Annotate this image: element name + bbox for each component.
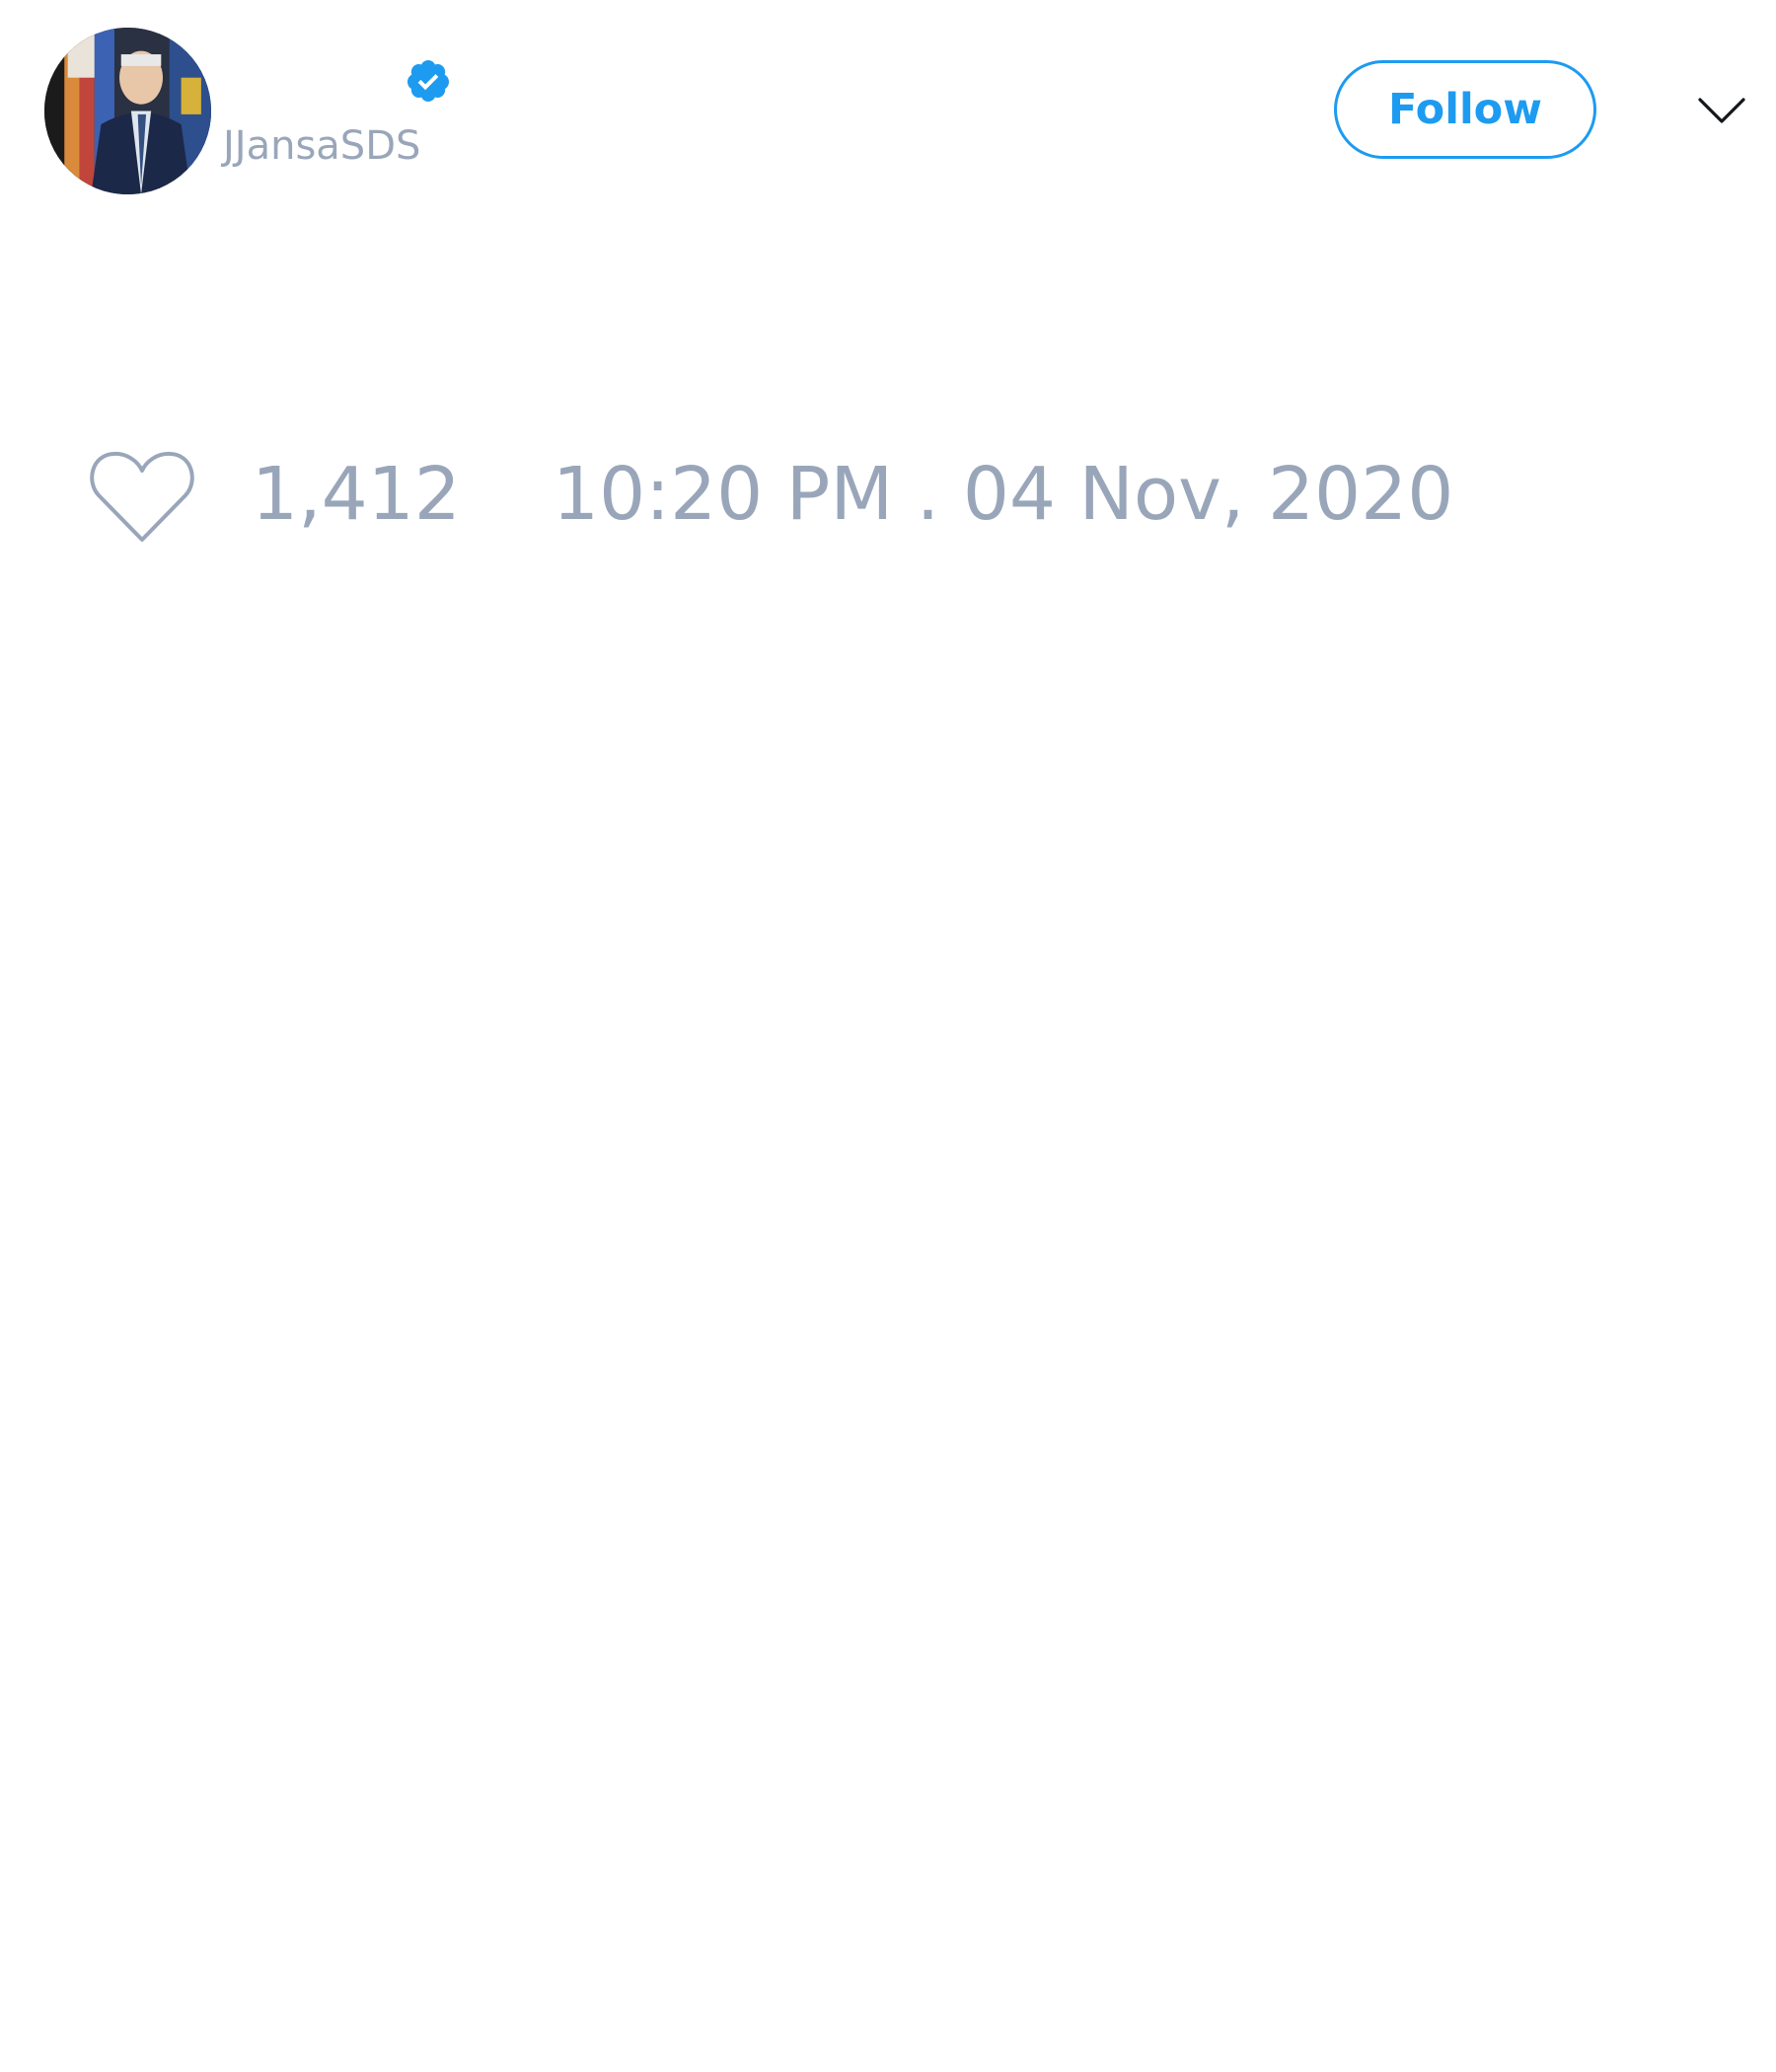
heart-outline-icon[interactable] [89,449,195,544]
like-count: 1,412 [252,452,461,537]
chevron-down-icon[interactable] [1697,93,1746,128]
avatar-photo [44,28,211,194]
follow-button[interactable]: Follow [1334,60,1596,159]
verified-badge-icon [407,60,449,102]
avatar[interactable] [44,28,211,194]
tweet-card: JJansaSDS Follow 1,412 10:20 PM . 04 Nov… [0,0,1776,2072]
tweet-timestamp[interactable]: 10:20 PM . 04 Nov, 2020 [553,458,1453,531]
author-handle[interactable]: JJansaSDS [223,126,420,166]
